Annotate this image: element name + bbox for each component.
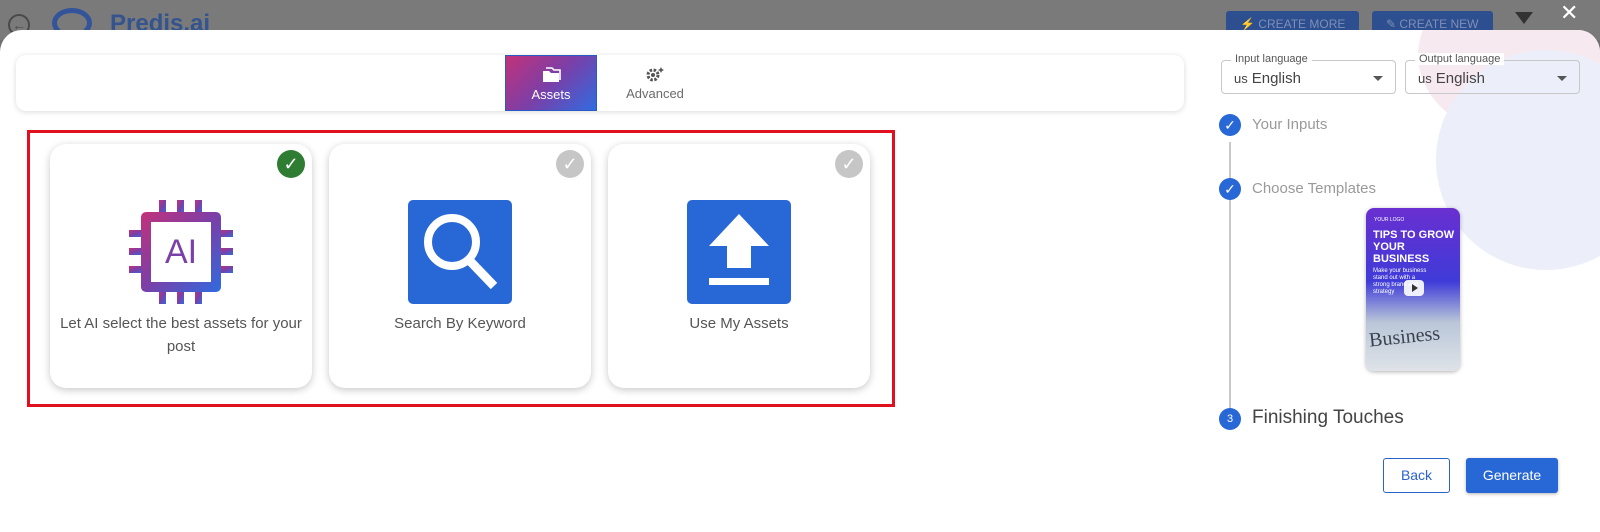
options-tab-bar: Assets Advanced [16, 55, 1184, 111]
step-number-badge: 3 [1219, 408, 1241, 430]
template-headline: TIPS TO GROW YOUR BUSINESS [1373, 229, 1455, 265]
generation-modal: Assets Advanced ✓ AI Let AI select the b… [0, 30, 1600, 532]
chevron-down-icon [1373, 76, 1383, 81]
check-icon: ✓ [556, 150, 584, 178]
step-finishing-touches: Finishing Touches [1252, 407, 1404, 428]
back-button[interactable]: Back [1383, 458, 1450, 493]
upload-icon [687, 200, 791, 304]
chevron-down-icon [1557, 76, 1567, 81]
input-language-value: us English [1234, 70, 1301, 87]
ai-select-assets-card[interactable]: ✓ AI Let AI select the best assets for y… [50, 144, 312, 388]
use-my-assets-card[interactable]: ✓ Use My Assets [608, 144, 870, 388]
close-icon[interactable]: ✕ [1560, 2, 1578, 24]
card-label: Let AI select the best assets for your p… [60, 315, 302, 355]
tab-label: Advanced [626, 86, 684, 101]
folder-icon [543, 67, 561, 82]
card-label: Use My Assets [689, 315, 789, 332]
tab-assets[interactable]: Assets [505, 55, 597, 111]
check-icon: ✓ [277, 150, 305, 178]
output-language-select[interactable]: Output language us English [1405, 53, 1580, 94]
template-subtext: Make your business stand out with a stro… [1373, 268, 1427, 295]
template-preview-thumbnail[interactable]: YOUR LOGO TIPS TO GROW YOUR BUSINESS Mak… [1366, 208, 1460, 371]
settings-sparkle-icon [646, 67, 664, 82]
play-icon [1404, 280, 1424, 296]
input-language-select[interactable]: Input language us English [1221, 53, 1396, 94]
step-check-icon: ✓ [1219, 178, 1241, 200]
svg-text:AI: AI [165, 233, 197, 271]
step-choose-templates[interactable]: Choose Templates [1252, 180, 1376, 197]
step-check-icon: ✓ [1219, 114, 1241, 136]
check-icon: ✓ [835, 150, 863, 178]
template-word: Business [1367, 322, 1442, 352]
template-logo-text: YOUR LOGO [1374, 217, 1405, 223]
search-icon [408, 200, 512, 304]
card-label: Search By Keyword [394, 315, 526, 332]
input-language-legend: Input language [1231, 53, 1312, 65]
tab-label: Assets [531, 87, 571, 102]
tab-advanced[interactable]: Advanced [610, 55, 700, 111]
output-language-legend: Output language [1415, 53, 1505, 65]
search-by-keyword-card[interactable]: ✓ Search By Keyword [329, 144, 591, 388]
output-language-value: us English [1418, 70, 1485, 87]
filter-icon [1515, 12, 1533, 24]
generate-button[interactable]: Generate [1466, 458, 1558, 493]
step-your-inputs[interactable]: Your Inputs [1252, 116, 1327, 133]
ai-chip-icon: AI [129, 200, 233, 304]
